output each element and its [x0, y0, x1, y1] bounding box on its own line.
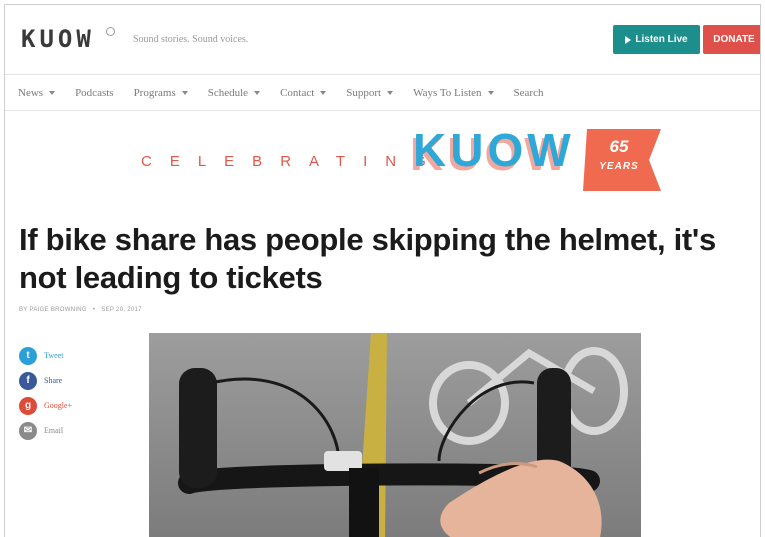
anniversary-years-label: YEARS — [599, 161, 639, 172]
share-email[interactable]: ✉ Email — [19, 418, 72, 443]
kuow-logo[interactable]: KUOW — [21, 25, 95, 53]
facebook-icon: f — [19, 371, 37, 390]
play-icon — [625, 35, 632, 44]
byline-date: SEP 20, 2017 — [101, 307, 142, 313]
chevron-down-icon — [487, 90, 494, 95]
nav-item-label: Podcasts — [75, 86, 114, 99]
share-label: Tweet — [44, 351, 64, 360]
nav-item-programs[interactable]: Programs — [134, 87, 188, 99]
listen-live-button[interactable]: Listen Live — [613, 25, 700, 54]
site-tagline: Sound stories. Sound voices. — [133, 34, 249, 45]
email-icon: ✉ — [19, 421, 37, 440]
nav-item-news[interactable]: News — [18, 86, 56, 99]
nav-item-support[interactable]: Support — [346, 86, 394, 99]
registered-mark-icon — [106, 27, 115, 36]
banner-kuow-logo: KUOW — [413, 124, 575, 176]
nav-item-podcasts[interactable]: Podcasts — [75, 87, 114, 99]
page: KUOW Sound stories. Sound voices. Listen… — [4, 4, 761, 537]
nav-item-ways-to-listen[interactable]: Ways To Listen — [413, 86, 494, 99]
nav-item-label: Support — [346, 86, 382, 99]
byline-separator: • — [92, 307, 96, 313]
chevron-down-icon — [181, 90, 188, 95]
main-nav: News Podcasts Programs Schedule Contact … — [5, 75, 760, 111]
anniversary-number: 65 — [609, 137, 629, 156]
nav-item-label: Schedule — [207, 86, 249, 99]
nav-item-label: News — [18, 86, 44, 99]
share-label: Google+ — [44, 401, 73, 410]
article-headline: If bike share has people skipping the he… — [19, 222, 716, 295]
nav-item-label: Programs — [133, 86, 176, 99]
share-label: Email — [44, 426, 64, 435]
nav-item-label: Search — [513, 86, 544, 99]
anniversary-banner[interactable]: CELEBRATING KUOW 65 YEARS — [5, 115, 760, 200]
byline-author[interactable]: BY PAIGE BROWNING — [19, 307, 87, 313]
nav-item-schedule[interactable]: Schedule — [207, 86, 261, 99]
nav-item-search[interactable]: Search — [514, 87, 544, 99]
article-photo[interactable] — [149, 333, 641, 537]
nav-item-contact[interactable]: Contact — [280, 86, 327, 99]
share-buttons: t Tweet f Share g Google+ ✉ Email — [19, 343, 72, 443]
share-label: Share — [44, 376, 63, 385]
nav-item-label: Contact — [280, 86, 315, 99]
chevron-down-icon — [320, 90, 327, 95]
banner-celebrating-text: CELEBRATING — [141, 153, 444, 170]
share-facebook[interactable]: f Share — [19, 368, 72, 393]
nav-item-label: Ways To Listen — [413, 86, 482, 99]
chevron-down-icon — [254, 90, 261, 95]
googleplus-icon: g — [19, 396, 37, 415]
chevron-down-icon — [387, 90, 394, 95]
twitter-icon: t — [19, 346, 37, 365]
listen-live-label: Listen Live — [635, 34, 688, 45]
share-googleplus[interactable]: g Google+ — [19, 393, 72, 418]
share-tweet[interactable]: t Tweet — [19, 343, 72, 368]
donate-button[interactable]: DONATE — [703, 25, 760, 54]
chevron-down-icon — [49, 90, 56, 95]
article-byline: BY PAIGE BROWNING • SEP 20, 2017 — [19, 307, 142, 313]
site-header: KUOW Sound stories. Sound voices. Listen… — [5, 5, 760, 75]
